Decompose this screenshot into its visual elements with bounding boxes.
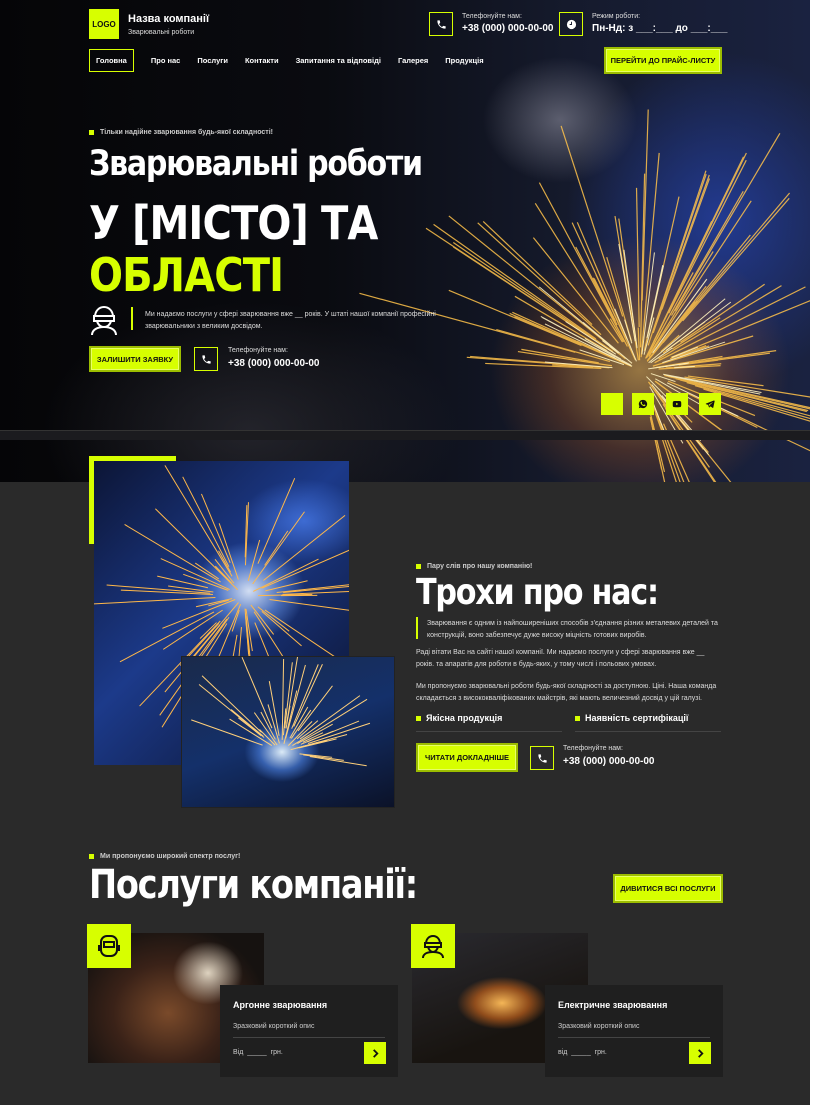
clock-icon xyxy=(559,12,583,36)
service-card-electric-divider xyxy=(558,1037,710,1038)
about-kicker: Пару слів про нашу компанію! xyxy=(416,563,532,570)
nav-item-gallery[interactable]: Галерея xyxy=(398,56,428,65)
hero-title-line3: ОБЛАСТІ xyxy=(89,248,284,302)
company-tagline: Зварювальні роботи xyxy=(128,29,195,36)
feature-quality: Якісна продукція xyxy=(416,713,502,723)
telegram-icon[interactable] xyxy=(699,393,721,415)
price-currency: грн. xyxy=(594,1049,607,1056)
rail-decoration xyxy=(0,430,810,440)
services-title: Послуги компанії: xyxy=(89,862,418,908)
about-lead: Зварювання є одним із найпоширеніших спо… xyxy=(427,620,718,639)
chevron-right-icon[interactable] xyxy=(689,1042,711,1064)
header-phone-label: Телефонуйте нам: xyxy=(462,13,522,20)
logo[interactable]: LOGO xyxy=(89,9,119,39)
price-list-button[interactable]: ПЕРЕЙТИ ДО ПРАЙС-ЛИСТУ xyxy=(604,47,722,74)
chevron-right-icon[interactable] xyxy=(364,1042,386,1064)
whatsapp-icon[interactable] xyxy=(632,393,654,415)
page: LOGO Назва компанії Зварювальні роботи Т… xyxy=(0,0,818,1105)
header-phone[interactable]: +38 (000) 000-00-00 xyxy=(462,23,553,34)
welder-icon xyxy=(91,305,117,335)
company-name: Назва компанії xyxy=(128,13,210,25)
hero-phone-label: Телефонуйте нам: xyxy=(228,347,288,354)
accent-frame-left xyxy=(89,456,94,544)
hero-section: LOGO Назва компанії Зварювальні роботи Т… xyxy=(0,0,810,482)
price-blank: _____ xyxy=(571,1049,591,1056)
feature-certification: Наявність сертифікації xyxy=(575,713,688,723)
about-phone[interactable]: +38 (000) 000-00-00 xyxy=(563,756,654,767)
services-kicker-text: Ми пропонуємо широкий спектр послуг! xyxy=(100,853,241,860)
welder-helmet-icon xyxy=(411,924,455,968)
service-card-electric-title[interactable]: Електричне зварювання xyxy=(558,1000,667,1010)
all-services-button[interactable]: ДИВИТИСЯ ВСІ ПОСЛУГИ xyxy=(613,874,723,903)
viber-icon[interactable] xyxy=(601,393,623,415)
about-welding-image xyxy=(181,638,395,808)
hero-kicker: Тільки надійне зварювання будь-якої скла… xyxy=(89,129,273,136)
about-paragraph-1: Раді вітати Вас на сайті нашої компанії.… xyxy=(416,649,705,668)
about-image2-sparks xyxy=(191,638,371,767)
welding-mask-icon xyxy=(87,924,131,968)
feature-quality-text: Якісна продукція xyxy=(426,713,503,723)
about-phone-label: Телефонуйте нам: xyxy=(563,745,623,752)
service-card-argon-price: Від _____ грн. xyxy=(233,1049,283,1056)
feature-certification-text: Наявність сертифікації xyxy=(585,713,689,723)
feature-divider-2 xyxy=(575,731,721,732)
read-more-button[interactable]: ЧИТАТИ ДОКЛАДНІШЕ xyxy=(416,743,518,772)
price-from: від xyxy=(558,1049,568,1056)
hero-text-bar xyxy=(131,307,133,330)
youtube-icon[interactable] xyxy=(666,393,688,415)
about-kicker-text: Пару слів про нашу компанію! xyxy=(427,563,533,570)
feature-divider-1 xyxy=(416,731,562,732)
hero-description: Ми надаємо послуги у сфері зварювання вж… xyxy=(145,311,436,330)
about-lead-bar xyxy=(416,617,418,639)
nav-item-contacts[interactable]: Контакти xyxy=(245,56,279,65)
leave-request-button[interactable]: ЗАЛИШИТИ ЗАЯВКУ xyxy=(89,346,181,372)
nav-item-products[interactable]: Продукція xyxy=(445,56,483,65)
service-card-argon-divider xyxy=(233,1037,385,1038)
hours-value: Пн-Нд: з ___:___ до ___:___ xyxy=(592,23,728,34)
service-card-electric-price: від _____ грн. xyxy=(558,1049,607,1056)
about-phone-icon xyxy=(530,746,554,770)
service-card-argon-desc: Зразковий короткий опис xyxy=(233,1023,315,1030)
price-blank: _____ xyxy=(247,1049,267,1056)
nav-item-about[interactable]: Про нас xyxy=(151,56,181,65)
nav-item-services[interactable]: Послуги xyxy=(197,56,228,65)
hero-title-line2: У [МІСТО] ТА xyxy=(89,196,378,250)
phone-icon xyxy=(429,12,453,36)
accent-frame-top xyxy=(89,456,176,461)
about-paragraph-2: Ми пропонуємо зварювальні роботи будь-як… xyxy=(416,683,717,702)
nav-item-home[interactable]: Головна xyxy=(89,48,134,72)
price-currency: грн. xyxy=(270,1049,283,1056)
service-card-argon-title[interactable]: Аргонне зварювання xyxy=(233,1000,327,1010)
about-title: Трохи про нас: xyxy=(416,572,659,613)
nav-item-faq[interactable]: Запитання та відповіді xyxy=(296,56,381,65)
main-nav: Головна Про нас Послуги Контакти Запитан… xyxy=(89,48,501,72)
hero-phone[interactable]: +38 (000) 000-00-00 xyxy=(228,358,319,369)
hero-kicker-text: Тільки надійне зварювання будь-якої скла… xyxy=(100,129,274,136)
hours-label: Режим роботи: xyxy=(592,13,641,20)
hero-phone-icon xyxy=(194,347,218,371)
services-kicker: Ми пропонуємо широкий спектр послуг! xyxy=(89,853,240,860)
hero-title-line1: Зварювальні роботи xyxy=(89,144,423,184)
service-card-electric-desc: Зразковий короткий опис xyxy=(558,1023,640,1030)
price-from: Від xyxy=(233,1049,244,1056)
right-edge xyxy=(810,0,818,1105)
